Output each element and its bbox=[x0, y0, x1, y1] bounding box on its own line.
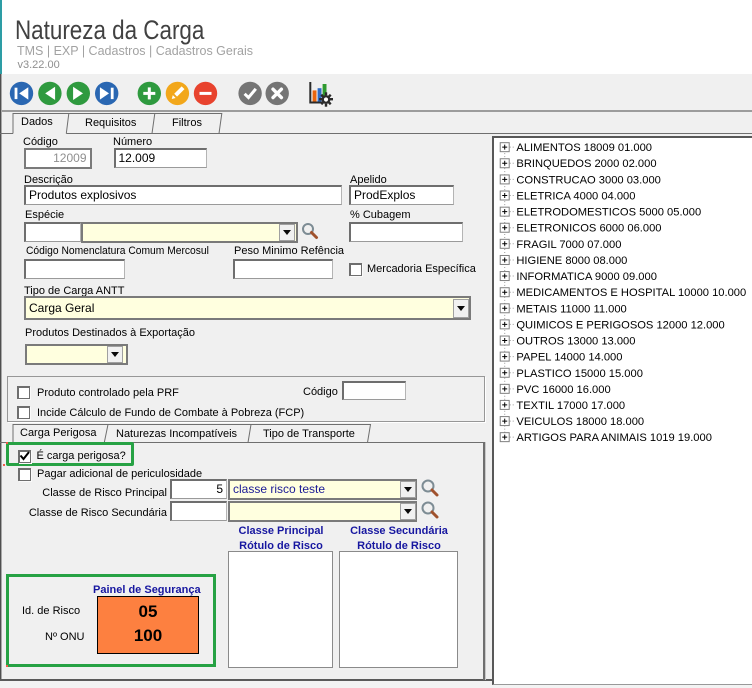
svg-text:ELETRONICOS 6000 06.000: ELETRONICOS 6000 06.000 bbox=[516, 223, 661, 235]
svg-text:VEICULOS 18000 18.000: VEICULOS 18000 18.000 bbox=[516, 416, 644, 428]
svg-text:PVC 16000 16.000: PVC 16000 16.000 bbox=[516, 384, 610, 396]
svg-text:ELETRICA 4000 04.000: ELETRICA 4000 04.000 bbox=[516, 190, 635, 202]
svg-text:ARTIGOS PARA ANIMAIS 1019 19.0: ARTIGOS PARA ANIMAIS 1019 19.000 bbox=[516, 432, 712, 444]
svg-text:CONSTRUCAO 3000 03.000: CONSTRUCAO 3000 03.000 bbox=[516, 174, 660, 186]
svg-text:FRAGIL 7000 07.000: FRAGIL 7000 07.000 bbox=[516, 239, 621, 251]
svg-text:QUIMICOS E PERIGOSOS 12000 12.: QUIMICOS E PERIGOSOS 12000 12.000 bbox=[516, 319, 724, 331]
svg-text:TEXTIL 17000 17.000: TEXTIL 17000 17.000 bbox=[516, 400, 625, 412]
svg-text:INFORMATICA 9000 09.000: INFORMATICA 9000 09.000 bbox=[516, 271, 657, 283]
svg-text:BRINQUEDOS 2000 02.000: BRINQUEDOS 2000 02.000 bbox=[516, 158, 656, 170]
svg-text:OUTROS 13000 13.000: OUTROS 13000 13.000 bbox=[516, 336, 635, 348]
svg-text:METAIS 11000 11.000: METAIS 11000 11.000 bbox=[516, 303, 626, 315]
svg-text:ALIMENTOS 18009 01.000: ALIMENTOS 18009 01.000 bbox=[516, 142, 652, 154]
svg-text:ELETRODOMESTICOS 5000 05.000: ELETRODOMESTICOS 5000 05.000 bbox=[516, 207, 701, 219]
svg-text:MEDICAMENTOS E HOSPITAL 10000: MEDICAMENTOS E HOSPITAL 10000 10.000 bbox=[516, 287, 746, 299]
svg-text:PAPEL 14000 14.000: PAPEL 14000 14.000 bbox=[516, 352, 622, 364]
svg-text:PLASTICO 15000 15.000: PLASTICO 15000 15.000 bbox=[516, 368, 643, 380]
svg-text:HIGIENE 8000 08.000: HIGIENE 8000 08.000 bbox=[516, 255, 627, 267]
